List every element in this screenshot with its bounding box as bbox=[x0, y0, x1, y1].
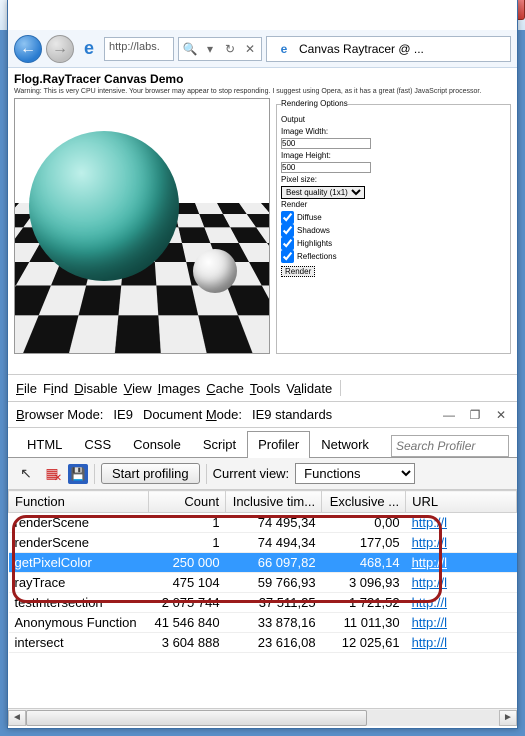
render-button[interactable]: Render bbox=[281, 266, 315, 277]
page-content: Flog.RayTracer Canvas Demo Warning: This… bbox=[8, 68, 517, 374]
browser-mode-label: Browser Mode: bbox=[16, 407, 103, 422]
img-width-label: Image Width: bbox=[281, 126, 506, 138]
tab-network[interactable]: Network bbox=[310, 431, 380, 458]
menu-find[interactable]: Find bbox=[43, 381, 68, 396]
menu-view[interactable]: View bbox=[124, 381, 152, 396]
clear-icon[interactable]: ▦ bbox=[42, 464, 62, 484]
col-exclusive[interactable]: Exclusive ... bbox=[322, 491, 406, 513]
tab-script[interactable]: Script bbox=[192, 431, 247, 458]
pixel-size-label: Pixel size: bbox=[281, 174, 506, 186]
col-url[interactable]: URL bbox=[406, 491, 517, 513]
scroll-left-button[interactable]: ◄ bbox=[8, 710, 26, 726]
back-button[interactable]: ← bbox=[14, 35, 42, 63]
output-label: Output bbox=[281, 114, 506, 126]
ie-icon: e bbox=[78, 38, 100, 60]
tab-title: Canvas Raytracer @ ... bbox=[299, 42, 424, 56]
save-icon[interactable]: 💾 bbox=[68, 464, 88, 484]
img-height-label: Image Height: bbox=[281, 150, 506, 162]
table-row[interactable]: getPixelColor250 00066 097,82468,14http:… bbox=[9, 553, 517, 573]
dropdown-icon[interactable]: ▾ bbox=[201, 40, 219, 58]
tab-console[interactable]: Console bbox=[122, 431, 192, 458]
forward-button: → bbox=[46, 35, 74, 63]
pixel-size-select[interactable]: Best quality (1x1) bbox=[281, 186, 365, 199]
start-profiling-button[interactable]: Start profiling bbox=[101, 463, 200, 484]
refresh-icon[interactable]: ↻ bbox=[221, 40, 239, 58]
page-title: Flog.RayTracer Canvas Demo bbox=[14, 72, 511, 86]
tab-css[interactable]: CSS bbox=[73, 431, 122, 458]
browser-tab[interactable]: e Canvas Raytracer @ ... bbox=[266, 36, 511, 62]
table-row[interactable]: renderScene174 495,340,00http://l bbox=[9, 513, 517, 533]
pointer-icon[interactable]: ↖ bbox=[16, 464, 36, 484]
minimize-devtools-button[interactable]: — bbox=[441, 408, 457, 422]
address-controls[interactable]: 🔍 ▾ ↻ ✕ bbox=[178, 37, 262, 61]
toolbar-separator-2 bbox=[206, 464, 207, 484]
highlights-checkbox[interactable] bbox=[281, 237, 294, 250]
table-row[interactable]: intersect3 604 88823 616,0812 025,61http… bbox=[9, 633, 517, 653]
address-bar[interactable]: http://labs. bbox=[104, 37, 174, 61]
profiler-table: Function Count Inclusive tim... Exclusiv… bbox=[8, 490, 517, 653]
img-height-input[interactable] bbox=[281, 162, 371, 173]
table-row[interactable]: testIntersection2 075 74437 511,251 721,… bbox=[9, 593, 517, 613]
raytracer-canvas bbox=[14, 98, 270, 354]
scroll-thumb[interactable] bbox=[26, 710, 367, 726]
menu-cache[interactable]: Cache bbox=[206, 381, 244, 396]
menu-validate[interactable]: Validate bbox=[286, 381, 332, 396]
scroll-track[interactable] bbox=[26, 710, 499, 726]
tab-profiler[interactable]: Profiler bbox=[247, 431, 310, 458]
document-mode-label: Document Mode: bbox=[143, 407, 242, 422]
render-section-label: Render bbox=[281, 199, 506, 211]
menu-tools[interactable]: Tools bbox=[250, 381, 280, 396]
devtools-menubar: File Find Disable View Images Cache Tool… bbox=[8, 374, 517, 402]
restore-devtools-button[interactable]: ❐ bbox=[467, 408, 483, 422]
browser-mode-value[interactable]: IE9 bbox=[113, 407, 133, 422]
scroll-right-button[interactable]: ► bbox=[499, 710, 517, 726]
col-inclusive[interactable]: Inclusive tim... bbox=[226, 491, 322, 513]
tab-html[interactable]: HTML bbox=[16, 431, 73, 458]
search-icon[interactable]: 🔍 bbox=[181, 40, 199, 58]
document-mode-value[interactable]: IE9 standards bbox=[252, 407, 332, 422]
col-function[interactable]: Function bbox=[9, 491, 149, 513]
options-legend: Rendering Options bbox=[281, 98, 348, 110]
profiler-table-wrap: Function Count Inclusive tim... Exclusiv… bbox=[8, 490, 517, 708]
img-width-input[interactable] bbox=[281, 138, 371, 149]
table-row[interactable]: renderScene174 494,34177,05http://l bbox=[9, 533, 517, 553]
current-view-label: Current view: bbox=[213, 466, 290, 481]
warning-text: Warning: This is very CPU intensive. You… bbox=[14, 88, 511, 95]
profiler-search-input[interactable] bbox=[391, 435, 509, 457]
stop-icon[interactable]: ✕ bbox=[241, 40, 259, 58]
shadows-checkbox[interactable] bbox=[281, 224, 294, 237]
horizontal-scrollbar[interactable]: ◄ ► bbox=[8, 708, 517, 726]
toolbar-separator bbox=[94, 464, 95, 484]
menu-disable[interactable]: Disable bbox=[74, 381, 117, 396]
menu-separator bbox=[340, 380, 341, 396]
render-options-panel: Rendering Options Output Image Width: Im… bbox=[276, 98, 511, 354]
diffuse-checkbox[interactable] bbox=[281, 211, 294, 224]
tab-favicon-icon: e bbox=[273, 38, 295, 60]
col-count[interactable]: Count bbox=[149, 491, 226, 513]
table-row[interactable]: rayTrace475 10459 766,933 096,93http://l bbox=[9, 573, 517, 593]
menu-file[interactable]: File bbox=[16, 381, 37, 396]
current-view-select[interactable]: Functions bbox=[295, 463, 415, 484]
reflections-checkbox[interactable] bbox=[281, 250, 294, 263]
table-row[interactable]: Anonymous Function41 546 84033 878,1611 … bbox=[9, 613, 517, 633]
close-devtools-button[interactable]: ✕ bbox=[493, 408, 509, 422]
menu-images[interactable]: Images bbox=[158, 381, 201, 396]
